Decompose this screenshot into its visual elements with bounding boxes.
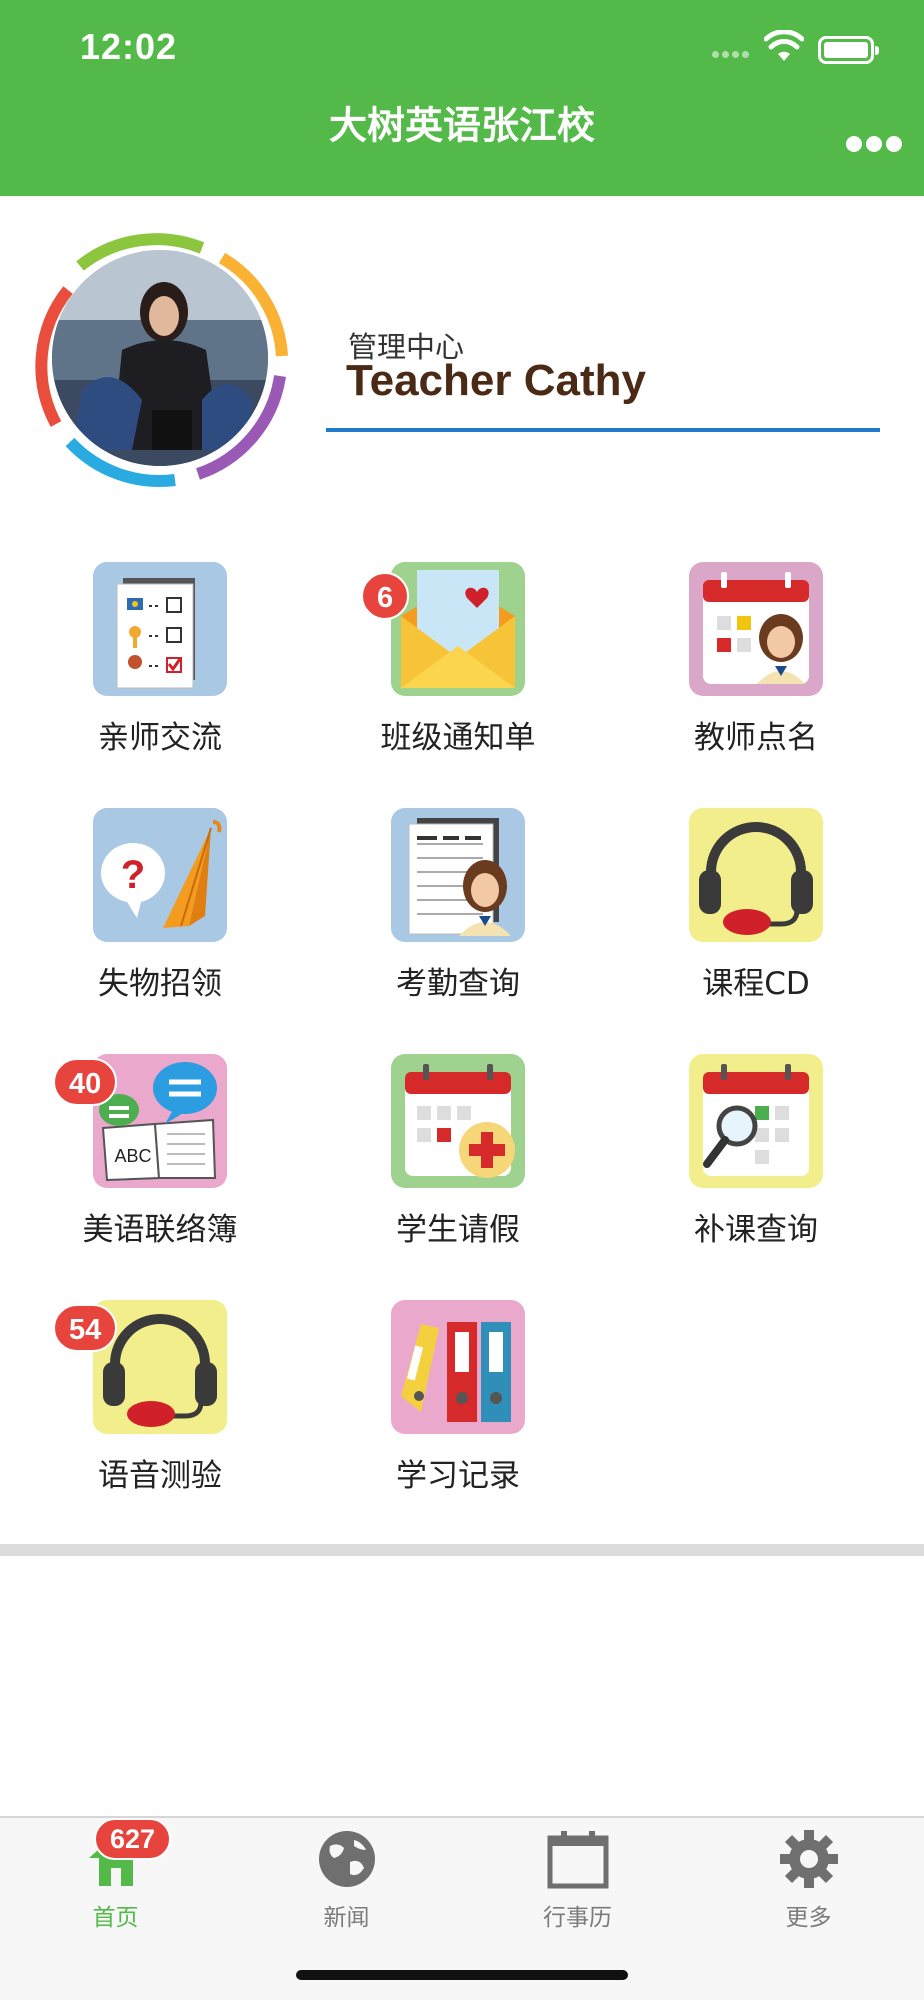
menu-item-parent-teacher-chat[interactable]: 亲师交流 — [8, 562, 306, 792]
tab-calendar[interactable]: 行事历 — [462, 1818, 693, 1938]
tab-label: 更多 — [785, 1905, 832, 1931]
tab-more[interactable]: 更多 — [693, 1818, 924, 1938]
page-title: 大树英语张江校 — [328, 103, 595, 148]
tab-home[interactable]: 627 首页 — [0, 1818, 231, 1938]
menu-item-teacher-roll-call[interactable]: 教师点名 — [604, 562, 902, 792]
menu-item-label: 学生请假 — [396, 1212, 520, 1248]
umbrella-question-icon: ? — [93, 808, 227, 942]
notification-badge: 54 — [53, 1304, 118, 1352]
menu-item-label: 教师点名 — [694, 720, 818, 756]
menu-item-student-leave[interactable]: 学生请假 — [306, 1054, 604, 1284]
menu-item-class-notice[interactable]: 6 班级通知单 — [306, 562, 604, 792]
notification-badge: 40 — [53, 1058, 118, 1106]
menu-item-label: 美语联络簿 — [82, 1212, 238, 1248]
avatar[interactable] — [30, 228, 290, 488]
menu-item-label: 亲师交流 — [98, 720, 222, 756]
calendar-icon — [547, 1831, 609, 1889]
menu-item-label: 失物招领 — [98, 966, 222, 1002]
menu-item-label: 学习记录 — [396, 1458, 520, 1494]
home-badge: 627 — [94, 1818, 172, 1860]
menu-item-course-cd[interactable]: 课程CD — [604, 808, 902, 1038]
menu-item-voice-test[interactable]: 54 语音测验 — [8, 1300, 306, 1530]
binders-icon — [391, 1300, 525, 1434]
cellular-signal-icon — [712, 48, 758, 60]
headphones-icon — [689, 808, 823, 942]
home-indicator[interactable] — [296, 1970, 628, 1980]
gear-icon — [780, 1830, 838, 1888]
attendance-sheet-icon — [391, 808, 525, 942]
menu-item-contact-book[interactable]: ABC 40 美语联络簿 — [8, 1054, 306, 1284]
section-divider — [0, 1544, 924, 1556]
calendar-search-icon — [689, 1054, 823, 1188]
status-time: 12:02 — [80, 26, 178, 67]
tab-label: 首页 — [92, 1905, 139, 1931]
profile-underline — [326, 428, 880, 432]
menu-item-attendance-query[interactable]: 考勤查询 — [306, 808, 604, 1038]
menu-item-label: 补课查询 — [694, 1212, 818, 1248]
svg-text:ABC: ABC — [114, 1146, 151, 1166]
svg-text:?: ? — [121, 853, 145, 897]
tab-label: 行事历 — [543, 1905, 612, 1931]
globe-icon — [319, 1831, 375, 1887]
calendar-cross-icon — [391, 1054, 525, 1188]
avatar-photo — [52, 250, 268, 466]
calendar-teacher-icon — [689, 562, 823, 696]
menu-item-label: 考勤查询 — [396, 966, 520, 1002]
wifi-icon — [764, 30, 804, 61]
profile-name: Teacher Cathy — [346, 356, 646, 405]
tab-label: 新闻 — [323, 1905, 370, 1931]
menu-item-label: 班级通知单 — [380, 720, 536, 756]
menu-item-study-record[interactable]: 学习记录 — [306, 1300, 604, 1530]
menu-item-lost-and-found[interactable]: ? 失物招领 — [8, 808, 306, 1038]
menu-item-makeup-class-query[interactable]: 补课查询 — [604, 1054, 902, 1284]
checklist-icon — [93, 562, 227, 696]
app-header: 12:02 大树英语张江校 — [0, 0, 924, 196]
battery-icon — [818, 36, 879, 64]
menu-item-label: 语音测验 — [98, 1458, 222, 1494]
menu-item-label: 课程CD — [702, 966, 810, 1002]
tab-news[interactable]: 新闻 — [231, 1818, 462, 1938]
envelope-icon — [391, 562, 525, 696]
notification-badge: 6 — [361, 572, 410, 620]
more-dots-icon[interactable] — [846, 136, 902, 156]
